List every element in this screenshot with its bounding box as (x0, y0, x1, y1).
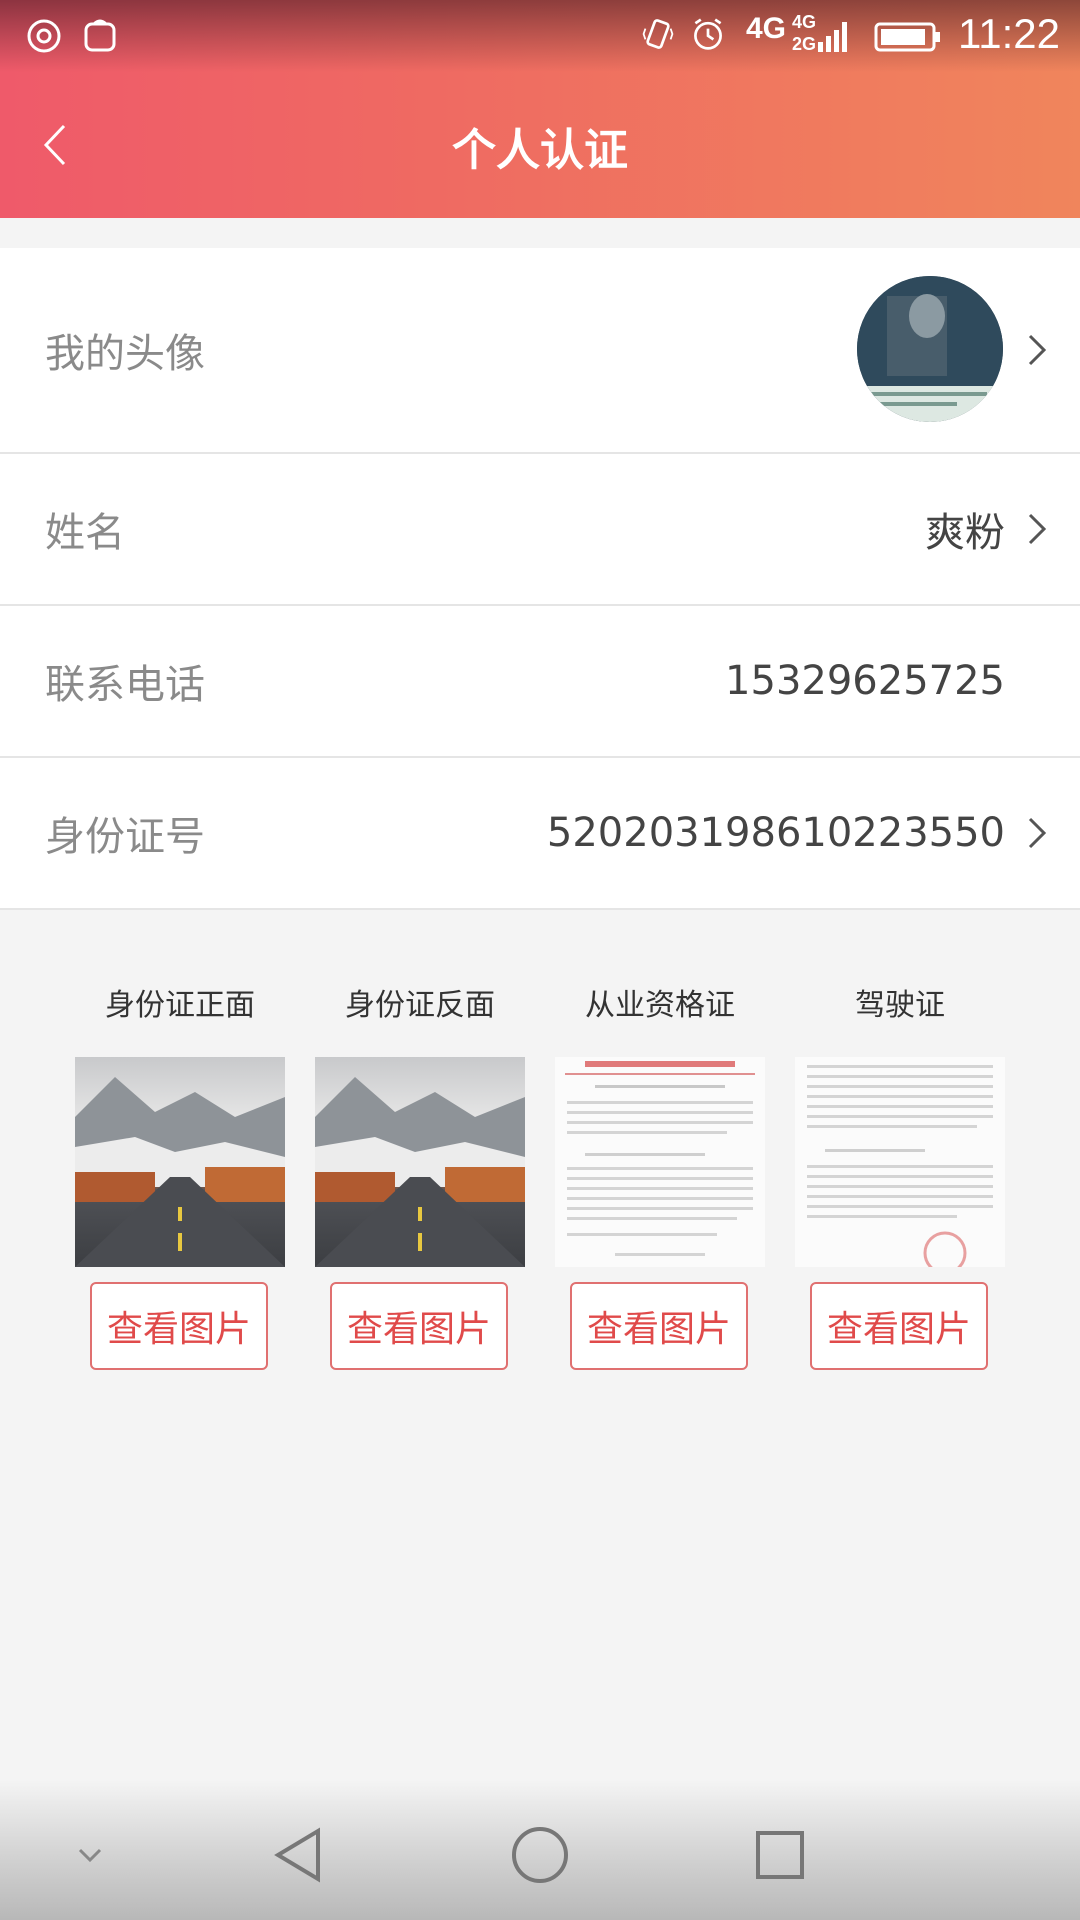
name-value: 爽粉 (925, 510, 1005, 556)
circle-home-icon (512, 1827, 568, 1883)
system-nav-bar (0, 1780, 1080, 1920)
page-title: 个人认证 (452, 125, 628, 176)
doc-thumbnail[interactable] (795, 1057, 1005, 1267)
screen: 4G 4G 2G 11:22 个人认证 我的头像 姓名 爽粉 联系电话 1532… (0, 0, 1080, 1920)
network-4g-small-label: 4G (792, 12, 817, 32)
id-number-value: 520203198610223550 (546, 810, 1005, 856)
doc-driver-license: 驾驶证 查看图片 (795, 980, 1005, 1370)
id-number-row[interactable]: 身份证号 520203198610223550 (0, 758, 1080, 910)
doc-thumbnail[interactable] (315, 1057, 525, 1267)
road-photo-icon (75, 1077, 285, 1267)
profile-list: 我的头像 姓名 爽粉 联系电话 15329625725 身份证号 5202031… (0, 248, 1080, 910)
chevron-right-icon (1028, 817, 1047, 849)
network-2g-small-label: 2G (792, 34, 817, 54)
view-image-button[interactable]: 查看图片 (330, 1282, 508, 1370)
nav-recents-button[interactable] (740, 1815, 820, 1895)
triangle-back-icon (274, 1827, 320, 1883)
notification-app-icon (27, 19, 61, 53)
title-bar: 个人认证 (0, 72, 1080, 218)
chevron-right-icon (1028, 513, 1047, 545)
name-label: 姓名 (45, 510, 125, 556)
doc-label: 身份证正面 (105, 988, 255, 1023)
avatar-photo-icon (857, 276, 1003, 422)
doc-thumbnail[interactable] (555, 1057, 765, 1267)
header: 4G 4G 2G 11:22 个人认证 (0, 0, 1080, 218)
phone-label: 联系电话 (45, 662, 205, 708)
avatar (857, 276, 1003, 422)
name-row[interactable]: 姓名 爽粉 (0, 454, 1080, 606)
doc-id-back: 身份证反面 查看图片 (315, 980, 525, 1370)
doc-label: 驾驶证 (855, 988, 945, 1023)
id-number-label: 身份证号 (45, 814, 205, 860)
road-photo-icon (315, 1077, 525, 1267)
doc-label: 从业资格证 (585, 988, 735, 1023)
nav-back-button[interactable] (260, 1815, 340, 1895)
battery-icon (874, 22, 940, 52)
view-image-button[interactable]: 查看图片 (570, 1282, 748, 1370)
chevron-right-icon (1028, 334, 1047, 366)
view-image-button[interactable]: 查看图片 (90, 1282, 268, 1370)
network-4g-label: 4G (746, 12, 787, 45)
avatar-row[interactable]: 我的头像 (0, 248, 1080, 454)
clock: 11:22 (958, 10, 1060, 57)
alarm-icon (694, 18, 722, 50)
avatar-label: 我的头像 (45, 331, 205, 377)
doc-id-front: 身份证正面 查看图片 (75, 980, 285, 1370)
square-recents-icon (756, 1831, 804, 1879)
doc-label: 身份证反面 (345, 988, 495, 1023)
nav-home-button[interactable] (500, 1815, 580, 1895)
huawei-store-icon (84, 19, 116, 52)
doc-qualification: 从业资格证 查看图片 (555, 980, 765, 1370)
document-scan-icon (565, 1061, 755, 1256)
phone-row: 联系电话 15329625725 (0, 606, 1080, 758)
nav-hide-button[interactable] (50, 1815, 130, 1895)
document-scan-icon (807, 1065, 993, 1267)
chevron-down-icon (78, 1848, 102, 1863)
status-bar: 4G 4G 2G 11:22 (0, 0, 1080, 72)
vibrate-icon (642, 19, 674, 49)
signal-icon (818, 22, 847, 52)
doc-thumbnail[interactable] (75, 1057, 285, 1267)
phone-value: 15329625725 (725, 658, 1005, 704)
view-image-button[interactable]: 查看图片 (810, 1282, 988, 1370)
